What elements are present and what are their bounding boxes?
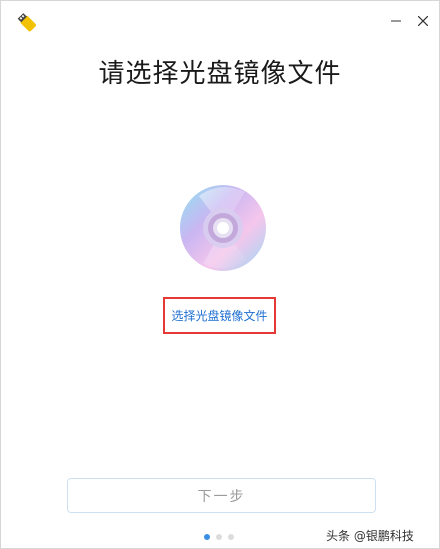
usb-drive-icon [16,10,42,36]
select-image-link[interactable]: 选择光盘镜像文件 [171,307,267,324]
page-title: 请选择光盘镜像文件 [98,59,342,89]
close-button[interactable] [411,9,435,33]
step-indicator [204,534,234,540]
minimize-icon [391,20,401,22]
optical-disc-icon [179,184,267,272]
close-icon [418,16,428,26]
installer-window: 请选择光盘镜像文件 选择光盘镜像文件 下一步 头条 @银鹏科技 [0,0,440,549]
step-dot-3 [228,534,234,540]
select-image-highlight: 选择光盘镜像文件 [163,297,276,334]
watermark: 头条 @银鹏科技 [326,529,414,543]
minimize-button[interactable] [384,9,408,33]
step-dot-1 [204,534,210,540]
step-dot-2 [216,534,222,540]
next-button[interactable]: 下一步 [67,478,376,513]
